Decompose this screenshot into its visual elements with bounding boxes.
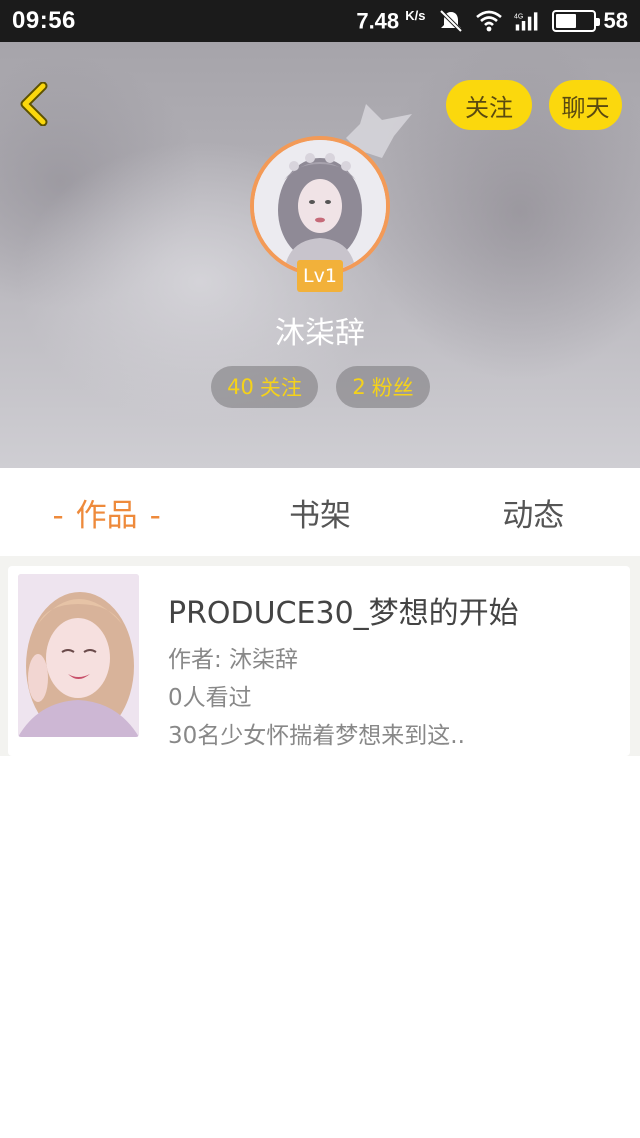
tab-works[interactable]: - 作品 - — [0, 490, 213, 535]
cover-image — [18, 574, 139, 737]
follow-button[interactable]: 关注 — [446, 80, 532, 130]
status-bar: 09:56 7.48 K/s 4G 58 — [0, 0, 640, 42]
battery-icon — [551, 9, 600, 32]
wifi-icon — [475, 10, 502, 32]
avatar[interactable] — [250, 136, 390, 276]
fans-count-pill[interactable]: 2 粉丝 — [336, 366, 430, 408]
tab-label: 作品 — [75, 497, 138, 534]
mute-icon — [439, 9, 462, 33]
signal-icon: 4G — [514, 12, 537, 31]
level-badge: Lv1 — [297, 260, 343, 292]
network-speed: 7.48 K/s — [356, 7, 426, 34]
work-description: 30名少女怀揣着梦想来到这.. — [168, 723, 465, 749]
works-list: PRODUCE30_梦想的开始 作者: 沐柒辞 0人看过 30名少女怀揣着梦想来… — [0, 556, 640, 1138]
profile-header: 关注 聊天 Lv1 沐柒辞 40 关注 2 粉丝 — [0, 42, 640, 468]
battery-indicator: 58 — [551, 7, 628, 34]
fans-count: 2 — [352, 375, 366, 399]
avatar-image — [254, 140, 386, 272]
list-item[interactable]: PRODUCE30_梦想的开始 作者: 沐柒辞 0人看过 30名少女怀揣着梦想来… — [8, 566, 630, 756]
tab-label: 书架 — [288, 497, 351, 534]
chat-button[interactable]: 聊天 — [549, 80, 622, 130]
tab-activity[interactable]: 动态 — [427, 490, 640, 535]
profile-tabs: - 作品 - 书架 动态 — [0, 468, 640, 556]
tab-label: 动态 — [502, 497, 565, 534]
svg-text:4G: 4G — [514, 13, 523, 20]
work-title: PRODUCE30_梦想的开始 — [168, 596, 519, 631]
back-button[interactable] — [12, 78, 56, 130]
status-time: 09:56 — [12, 7, 76, 34]
following-count: 40 — [227, 375, 254, 399]
active-tab-marker-left: - — [52, 497, 64, 534]
chevron-left-icon — [20, 82, 48, 126]
active-tab-marker-right: - — [149, 497, 161, 534]
work-view-count: 0人看过 — [168, 685, 252, 711]
username: 沐柒辞 — [275, 316, 365, 351]
status-indicators: 7.48 K/s 4G 58 — [356, 8, 628, 34]
fans-label: 粉丝 — [371, 376, 414, 400]
tab-bookshelf[interactable]: 书架 — [213, 490, 426, 535]
work-author: 作者: 沐柒辞 — [168, 647, 299, 673]
battery-level: 58 — [603, 7, 628, 33]
following-label: 关注 — [259, 376, 302, 400]
work-cover-image — [18, 574, 139, 737]
following-count-pill[interactable]: 40 关注 — [211, 366, 318, 408]
